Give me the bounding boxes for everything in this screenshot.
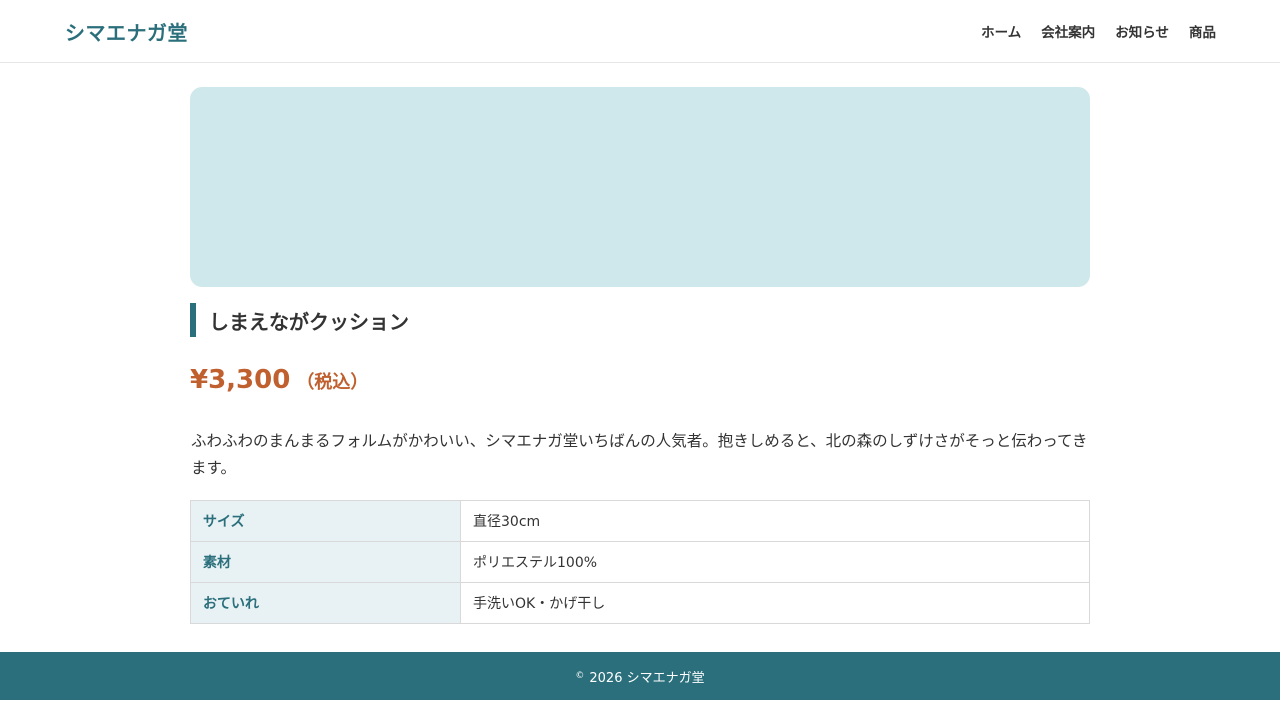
table-row: サイズ 直径30cm — [190, 500, 1090, 542]
product-description: ふわふわのまんまるフォルムがかわいい、シマエナガ堂いちばんの人気者。抱きしめると… — [191, 432, 1088, 477]
product-price: ¥3,300 （税込） — [190, 365, 1090, 399]
nav-link-home[interactable]: ホーム — [981, 21, 1021, 41]
product-main: しまえながクッション ¥3,300 （税込） ふわふわのまんまるフォルムがかわい… — [190, 87, 1090, 624]
spec-label-care: おていれ — [190, 582, 461, 624]
table-row: おていれ 手洗いOK・かげ干し — [190, 582, 1090, 624]
price-tax-note: （税込） — [296, 372, 369, 393]
footer-text: 2026 シマエナガ堂 — [589, 670, 705, 686]
nav-link-products[interactable]: 商品 — [1189, 21, 1216, 41]
spec-value-size: 直径30cm — [460, 500, 1090, 542]
spec-value-material: ポリエステル100% — [460, 541, 1090, 583]
price-amount: ¥3,300 — [190, 365, 291, 395]
copyright-symbol: © — [575, 671, 585, 681]
nav-link-news[interactable]: お知らせ — [1115, 21, 1169, 41]
site-header: シマエナガ堂 ホーム 会社案内 お知らせ 商品 — [0, 0, 1280, 63]
spec-value-care: 手洗いOK・かげ干し — [460, 582, 1090, 624]
nav-link-company[interactable]: 会社案内 — [1041, 21, 1095, 41]
spec-label-material: 素材 — [190, 541, 461, 583]
table-row: 素材 ポリエステル100% — [190, 541, 1090, 583]
main-nav: ホーム 会社案内 お知らせ 商品 — [981, 21, 1216, 41]
spec-label-size: サイズ — [190, 500, 461, 542]
product-image-placeholder — [190, 87, 1090, 287]
spec-table: サイズ 直径30cm 素材 ポリエステル100% おていれ 手洗いOK・かげ干し — [190, 500, 1090, 624]
product-title: しまえながクッション — [190, 303, 1090, 337]
site-logo[interactable]: シマエナガ堂 — [65, 17, 188, 46]
site-footer: © 2026 シマエナガ堂 — [0, 652, 1280, 700]
